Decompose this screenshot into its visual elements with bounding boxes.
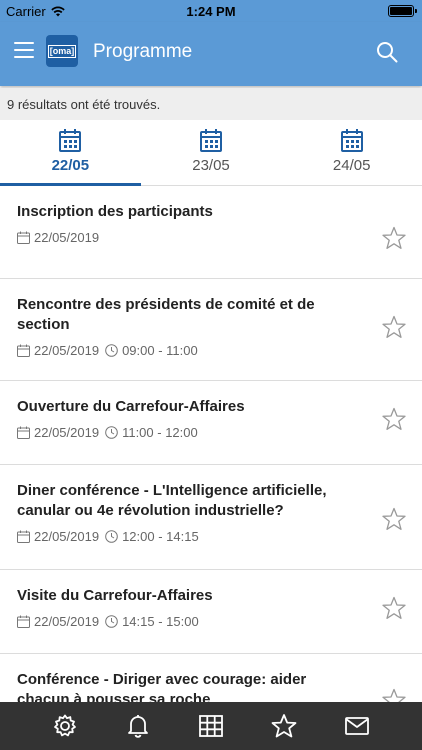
favorite-star-icon[interactable] [382, 226, 406, 250]
tab-date-2[interactable]: 23/05 [141, 120, 282, 185]
session-item[interactable]: Inscription des participants 22/05/2019 [0, 186, 422, 279]
clock-icon [105, 344, 118, 357]
favorite-star-icon[interactable] [382, 596, 406, 620]
favorite-star-icon[interactable] [382, 407, 406, 431]
mail-icon [345, 717, 369, 735]
session-date: 22/05/2019 [34, 614, 100, 629]
session-title: Visite du Carrefour-Affaires [17, 587, 213, 604]
calendar-icon [17, 426, 30, 439]
tab-label: 24/05 [332, 157, 371, 174]
menu-button[interactable] [14, 42, 34, 60]
session-title: Diner conférence - L'Intelligence artifi… [17, 482, 327, 519]
session-title: Conférence - Diriger avec courage: aider… [17, 671, 307, 702]
tab-notifications[interactable] [102, 702, 175, 750]
session-item[interactable]: Rencontre des présidents de comité et de… [0, 279, 422, 381]
bell-icon [128, 715, 148, 738]
session-meta: 22/05/2019 [17, 230, 362, 245]
session-item[interactable]: Diner conférence - L'Intelligence artifi… [0, 465, 422, 570]
settings-icon [54, 714, 76, 737]
session-time: 09:00 - 11:00 [122, 343, 198, 358]
date-tabs: 22/05 23/05 24/05 [0, 120, 422, 186]
favorite-star-icon[interactable] [382, 688, 406, 702]
tab-label: 22/05 [51, 157, 90, 174]
search-button[interactable] [376, 41, 398, 63]
session-meta: 22/05/2019 11:00 - 12:00 [17, 425, 362, 440]
calendar-icon [59, 129, 82, 152]
hamburger-icon [14, 42, 34, 44]
clock: 1:24 PM [186, 4, 236, 19]
session-date: 22/05/2019 [34, 529, 100, 544]
session-time: 14:15 - 15:00 [122, 614, 199, 629]
page-title: Programme [93, 41, 193, 62]
tab-date-3[interactable]: 24/05 [281, 120, 422, 185]
session-item[interactable]: Conférence - Diriger avec courage: aider… [0, 654, 422, 702]
app-logo: [oma] [46, 35, 78, 67]
tab-schedule-grid[interactable] [175, 702, 248, 750]
battery-icon [388, 5, 417, 17]
favorite-star-icon[interactable] [382, 507, 406, 531]
session-meta: 22/05/2019 12:00 - 14:15 [17, 529, 362, 544]
session-date: 22/05/2019 [34, 230, 100, 245]
session-time: 11:00 - 12:00 [122, 425, 198, 440]
clock-icon [105, 615, 118, 628]
session-item[interactable]: Ouverture du Carrefour-Affaires 22/05/20… [0, 381, 422, 465]
calendar-icon [200, 129, 222, 152]
tab-label: 23/05 [192, 157, 230, 174]
bottom-tab-bar [0, 702, 422, 750]
search-icon [377, 42, 398, 63]
session-list: Inscription des participants 22/05/2019 … [0, 186, 422, 702]
tab-settings[interactable] [29, 702, 102, 750]
session-title: Rencontre des présidents de comité et de… [17, 296, 315, 333]
status-bar: Carrier 1:24 PM [0, 0, 422, 22]
results-count: 9 résultats ont été trouvés. [0, 88, 422, 120]
session-time: 12:00 - 14:15 [122, 529, 199, 544]
session-meta: 22/05/2019 14:15 - 15:00 [17, 614, 362, 629]
calendar-icon [17, 231, 30, 244]
session-date: 22/05/2019 [34, 343, 100, 358]
clock-icon [105, 530, 118, 543]
favorite-star-icon[interactable] [382, 315, 406, 339]
session-meta: 22/05/2019 09:00 - 11:00 [17, 343, 362, 358]
calendar-icon [17, 615, 30, 628]
session-title: Inscription des participants [17, 203, 213, 220]
session-date: 22/05/2019 [34, 425, 100, 440]
session-item[interactable]: Visite du Carrefour-Affaires 22/05/2019 … [0, 570, 422, 654]
calendar-icon [17, 344, 30, 357]
tab-date-1[interactable]: 22/05 [0, 120, 141, 186]
tab-messages[interactable] [321, 702, 394, 750]
calendar-icon [17, 530, 30, 543]
calendar-icon [340, 129, 363, 152]
star-icon [271, 714, 297, 738]
tab-favorites[interactable] [248, 702, 321, 750]
app-header: [oma] Programme [0, 22, 422, 86]
session-title: Ouverture du Carrefour-Affaires [17, 398, 245, 415]
clock-icon [105, 426, 118, 439]
grid-icon [199, 715, 223, 737]
